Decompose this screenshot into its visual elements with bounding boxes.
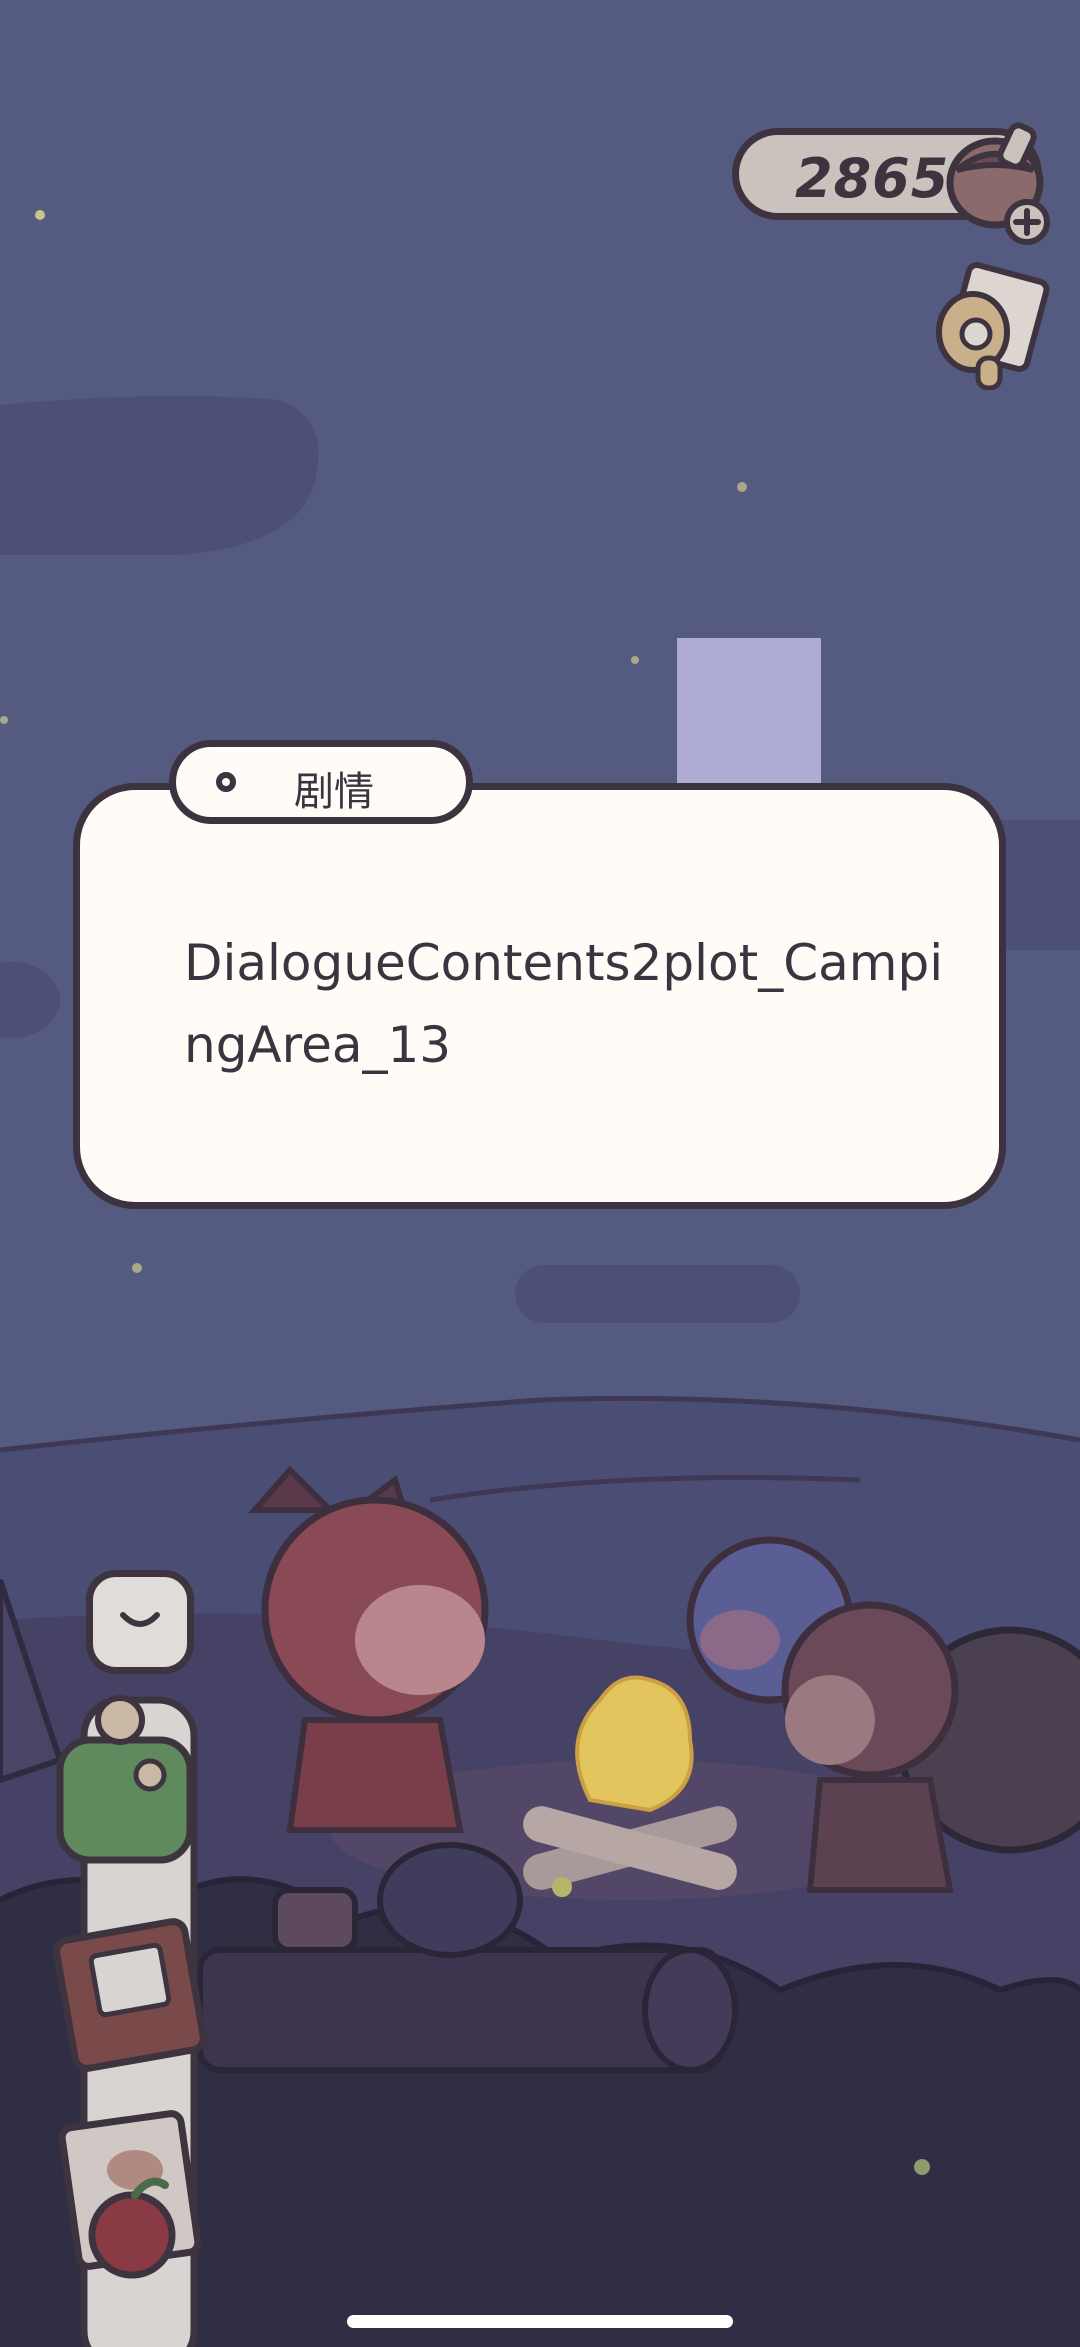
dialogue-box[interactable]: DialogueContents2plot_CampingArea_13 xyxy=(73,783,1006,1209)
dialogue-tab-label: 剧情 xyxy=(294,769,374,815)
scroll-icon[interactable] xyxy=(928,262,1050,390)
plus-icon[interactable] xyxy=(1003,198,1051,246)
chevron-down-icon xyxy=(120,1612,160,1627)
bullet-icon xyxy=(216,772,236,792)
dialogue-speaker-tab: 剧情 xyxy=(169,740,473,824)
currency-value: 2865 xyxy=(795,147,950,210)
star xyxy=(35,210,45,220)
home-indicator xyxy=(347,2315,733,2328)
cloud xyxy=(515,1265,800,1323)
collapse-menu-button[interactable] xyxy=(86,1570,194,1674)
highlight-box xyxy=(677,638,821,784)
cloud xyxy=(0,396,319,555)
dialogue-text: DialogueContents2plot_CampingArea_13 xyxy=(184,934,944,1074)
book-icon[interactable] xyxy=(53,1918,207,2072)
side-menu-column xyxy=(53,1695,207,2347)
